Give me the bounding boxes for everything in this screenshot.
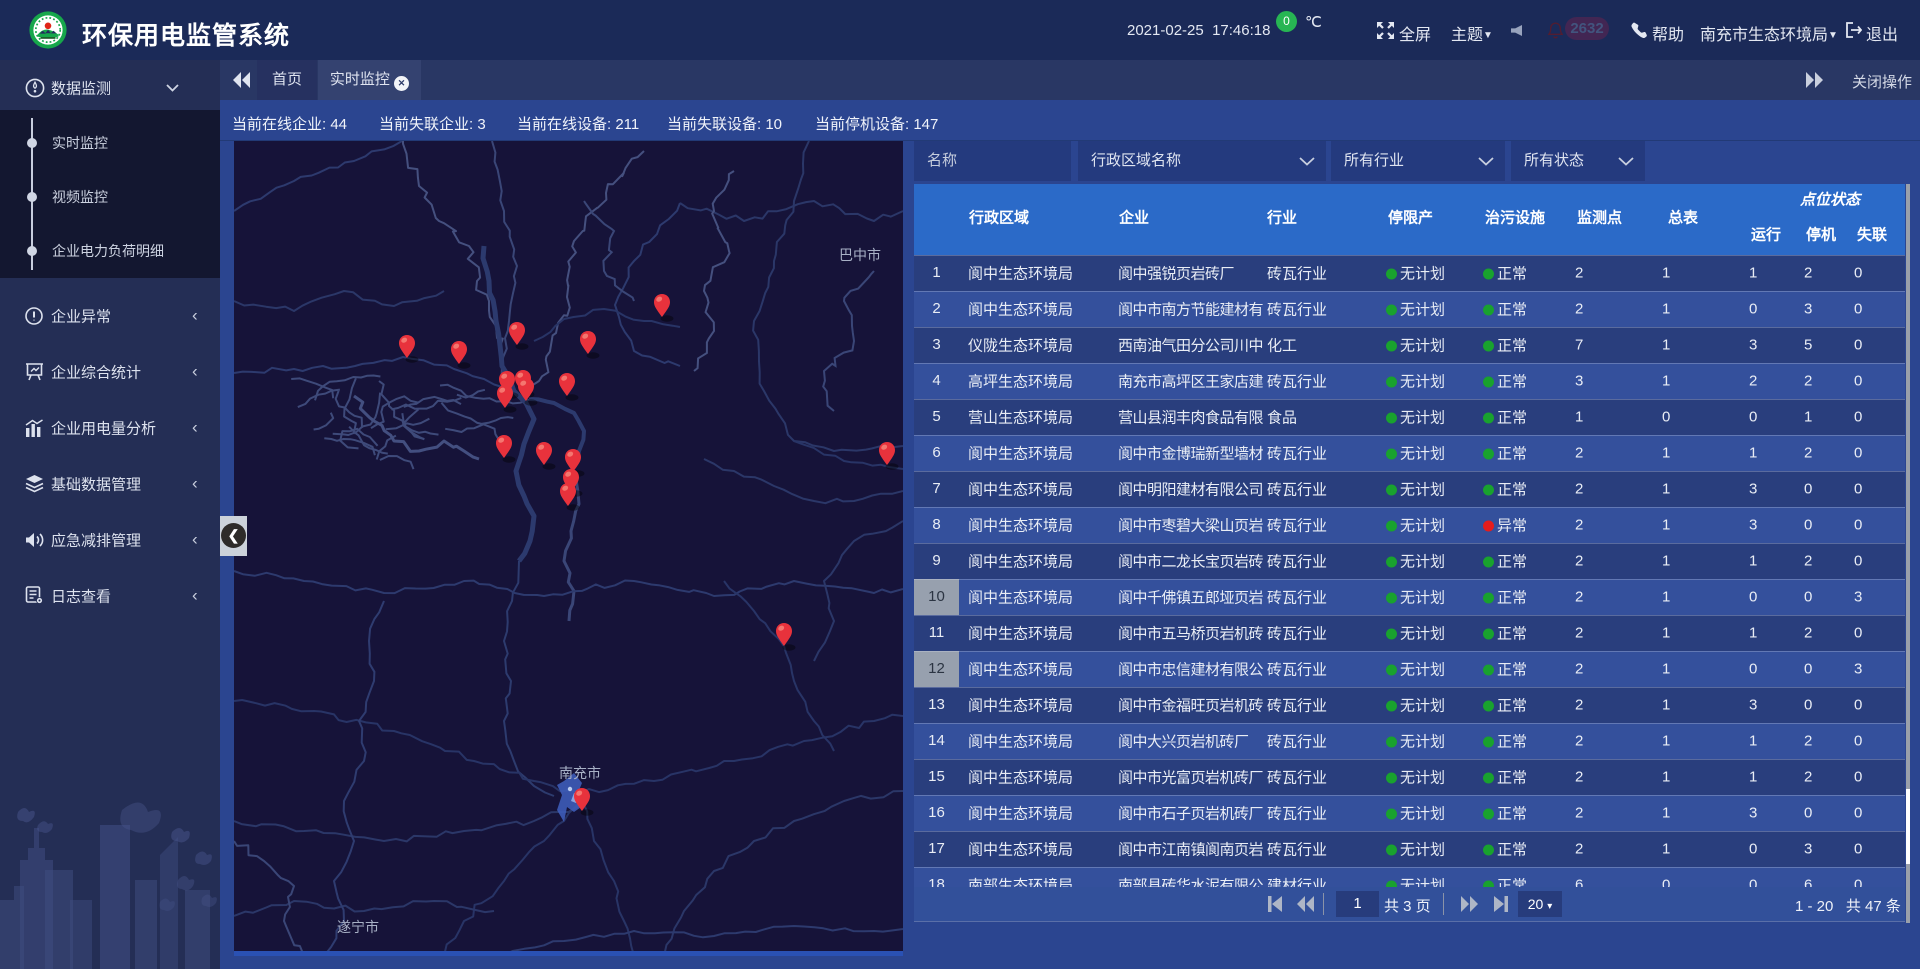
svg-text:巴中市: 巴中市 xyxy=(839,247,881,263)
svg-text:遂宁市: 遂宁市 xyxy=(337,919,379,935)
svg-text:南充市: 南充市 xyxy=(559,765,601,781)
